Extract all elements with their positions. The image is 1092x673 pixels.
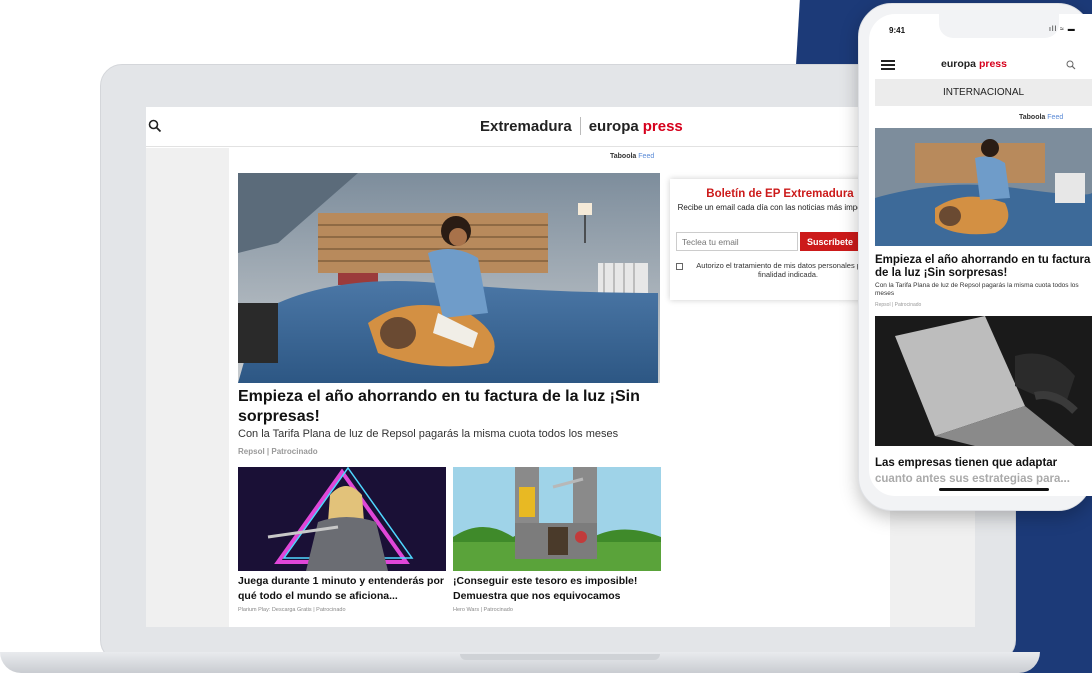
taboola-feed-label[interactable]: Taboola Feed xyxy=(610,153,654,160)
site-header: Extremadura europa press xyxy=(146,107,975,147)
card-source-1: Plarium Play: Descarga Gratis | Patrocin… xyxy=(238,607,346,613)
phone-notch xyxy=(939,14,1059,38)
newsletter-title: Boletín de EP Extremadura xyxy=(706,188,854,200)
brand-europa: europa xyxy=(588,117,639,135)
section-title[interactable]: INTERNACIONAL xyxy=(875,79,1092,106)
logo-divider xyxy=(579,117,581,135)
taboola-brand: Taboola xyxy=(610,153,637,160)
search-icon[interactable] xyxy=(148,119,162,133)
taboola-feed-label[interactable]: Taboola Feed xyxy=(1019,114,1063,121)
article1-source: Repsol | Patrocinado xyxy=(875,302,922,308)
card-image-warrior[interactable] xyxy=(238,467,446,571)
card-title-2[interactable]: ¡Conseguir este tesoro es imposible! Dem… xyxy=(453,574,663,604)
taboola-feed: Feed xyxy=(638,153,655,160)
card-source-2: Hero Wars | Patrocinado xyxy=(453,607,513,613)
taboola-brand: Taboola xyxy=(1019,114,1046,121)
consent-checkbox[interactable] xyxy=(676,263,683,270)
brand-europa: europa xyxy=(941,58,977,70)
card-image-puzzle[interactable] xyxy=(453,467,661,571)
search-icon[interactable] xyxy=(1066,60,1076,70)
hero-description: Con la Tarifa Plana de luz de Repsol pag… xyxy=(238,428,619,440)
article2-title[interactable]: Las empresas tienen que adaptar cuanto a… xyxy=(875,455,1092,487)
site-logo[interactable]: Extremadura europa press xyxy=(480,117,683,135)
article2-image[interactable] xyxy=(875,316,1092,446)
hero-source: Repsol | Patrocinado xyxy=(238,447,318,456)
region-name: Extremadura xyxy=(480,117,572,135)
phone-screen: 9:41 ıll ≈ ▬ europa press INTERNACIONAL … xyxy=(869,14,1092,496)
brand-press: press xyxy=(978,58,1007,70)
brand-press: press xyxy=(642,117,683,135)
phone-time: 9:41 xyxy=(889,26,906,35)
newsletter-email-input[interactable] xyxy=(676,232,798,251)
laptop-screen: Extremadura europa press Taboola Feed Em… xyxy=(146,107,975,627)
article1-title[interactable]: Empieza el año ahorrando en tu factura d… xyxy=(875,254,1092,280)
menu-icon[interactable] xyxy=(881,60,895,70)
hero-image[interactable] xyxy=(238,173,660,383)
phone-logo[interactable]: europa press xyxy=(941,58,1007,70)
article2-title-line2: cuanto antes sus estrategias para... xyxy=(875,473,1070,485)
laptop-notch xyxy=(460,654,660,660)
article1-image[interactable] xyxy=(875,128,1092,246)
home-indicator xyxy=(939,488,1049,491)
article2-title-line1: Las empresas tienen que adaptar xyxy=(875,457,1058,469)
article1-description: Con la Tarifa Plana de luz de Repsol pag… xyxy=(875,282,1079,297)
taboola-feed: Feed xyxy=(1047,114,1064,121)
card-title-1[interactable]: Juega durante 1 minuto y entenderás por … xyxy=(238,574,448,604)
newsletter-box: Boletín de EP Extremadura Recibe un emai… xyxy=(670,179,890,300)
hero-title[interactable]: Empieza el año ahorrando en tu factura d… xyxy=(238,387,658,427)
left-gutter xyxy=(146,148,229,627)
signal-wifi-battery-icon: ıll ≈ ▬ xyxy=(1049,26,1076,33)
